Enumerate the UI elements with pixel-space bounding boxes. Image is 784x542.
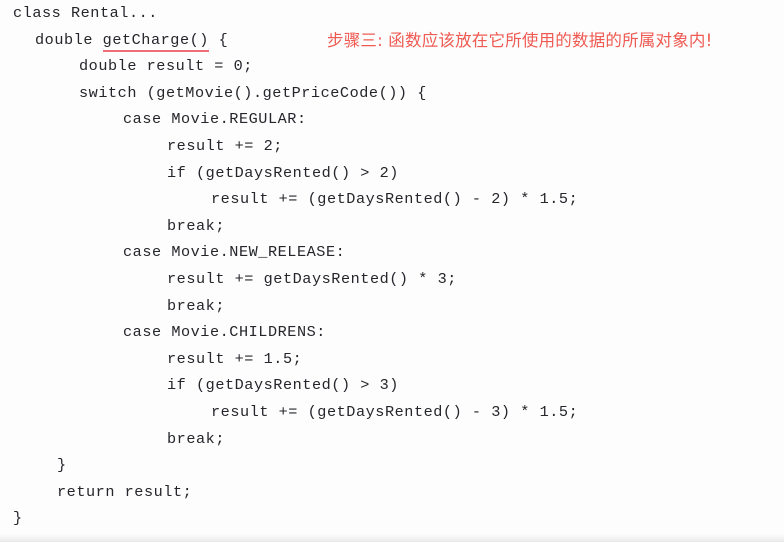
code-line-18: } <box>57 456 67 475</box>
code-listing: class Rental... double getCharge() { dou… <box>0 0 784 532</box>
code-line-17: break; <box>167 429 225 448</box>
code-line-13: case Movie.CHILDRENS: <box>123 323 326 342</box>
method-signature-underlined: getCharge() <box>102 30 209 52</box>
code-line-19: return result; <box>57 482 193 501</box>
annotation-step-three-note: 步骤三: 函数应该放在它所使用的数据的所属对象内! <box>327 31 713 50</box>
code-line-5: case Movie.REGULAR: <box>123 110 307 129</box>
code-line-4: switch (getMovie().getPriceCode()) { <box>79 83 427 102</box>
code-line-7: if (getDaysRented() > 2) <box>167 163 399 182</box>
code-keyword-double: double <box>35 30 103 49</box>
scan-bottom-edge <box>0 534 784 542</box>
code-line-12: break; <box>167 296 225 315</box>
code-line-9: break; <box>167 216 225 235</box>
code-line-8: result += (getDaysRented() - 2) * 1.5; <box>211 190 579 209</box>
code-line-15: if (getDaysRented() > 3) <box>167 376 399 395</box>
code-brace-open: { <box>208 30 229 49</box>
code-line-11: result += getDaysRented() * 3; <box>167 269 457 288</box>
code-line-6: result += 2; <box>167 136 283 155</box>
code-line-20: } <box>13 509 23 528</box>
code-line-16: result += (getDaysRented() - 3) * 1.5; <box>211 402 579 421</box>
code-line-14: result += 1.5; <box>167 349 303 368</box>
code-line-3: double result = 0; <box>79 57 253 76</box>
code-line-10: case Movie.NEW_RELEASE: <box>123 243 346 262</box>
code-line-1: class Rental... <box>13 4 158 22</box>
scanned-page: class Rental... double getCharge() { dou… <box>0 0 784 542</box>
